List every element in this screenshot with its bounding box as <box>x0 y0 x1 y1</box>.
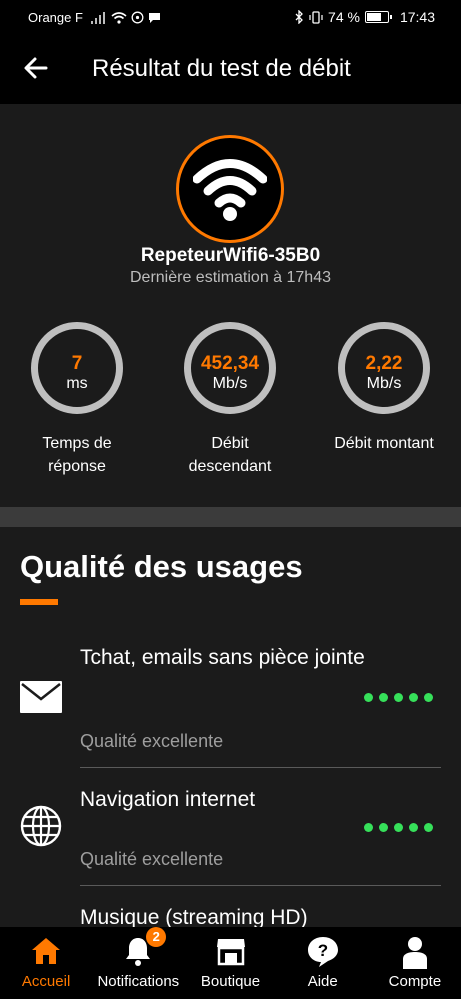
status-right: 74 % 17:43 <box>295 9 435 25</box>
shop-icon <box>216 939 245 966</box>
page-title: Résultat du test de débit <box>92 55 351 82</box>
section-separator <box>0 507 461 527</box>
usage-divider <box>80 885 441 886</box>
upload-label: Débit montant <box>319 432 449 455</box>
svg-text:?: ? <box>318 941 328 960</box>
status-left: Orange F <box>28 10 161 25</box>
device-name: RepeteurWifi6-35B0 <box>140 245 321 266</box>
bottom-navigation: Accueil 2 Notifications Boutique ? Aide … <box>0 927 461 999</box>
bluetooth-icon <box>295 10 303 24</box>
carrier-name: Orange F <box>28 10 83 25</box>
battery-icon <box>364 11 392 23</box>
quality-dot <box>364 823 373 832</box>
wifi-badge <box>176 135 284 243</box>
back-button[interactable] <box>20 52 52 84</box>
account-icon <box>402 937 427 969</box>
quality-dot <box>409 693 418 702</box>
clock: 17:43 <box>399 9 435 25</box>
usage-quality-text: Qualité excellente <box>80 849 224 869</box>
last-estimation: Dernière estimation à 17h43 <box>129 269 331 286</box>
latency-label-line2: réponse <box>48 458 106 475</box>
upload-label-line1: Débit montant <box>334 435 434 452</box>
latency-label: Temps de réponse <box>12 432 142 478</box>
wifi-status-icon <box>111 11 127 24</box>
speed-test-result-panel: RepeteurWifi6-35B0 Dernière estimation à… <box>0 104 461 507</box>
whatsapp-icon <box>131 11 144 24</box>
app-header: Résultat du test de débit <box>0 34 461 104</box>
nav-item-home[interactable]: Accueil <box>0 927 92 999</box>
download-unit: Mb/s <box>212 375 248 392</box>
globe-icon <box>20 805 62 852</box>
vibrate-icon <box>309 10 323 24</box>
download-label-line1: Débit <box>211 435 249 452</box>
download-label: Débit descendant <box>165 432 295 478</box>
download-value: 452,34 <box>200 353 260 374</box>
quality-dots <box>364 823 433 832</box>
latency-ring: 7 ms <box>31 322 123 414</box>
section-title: Qualité des usages <box>20 549 303 584</box>
quality-dot <box>379 693 388 702</box>
nav-item-account[interactable]: Compte <box>369 927 461 999</box>
signal-icon <box>90 11 105 24</box>
usage-quality-text: Qualité excellente <box>80 731 224 751</box>
help-icon: ? <box>307 937 338 967</box>
wifi-icon <box>193 159 267 221</box>
quality-dot <box>424 693 433 702</box>
usage-name: Musique (streaming HD) <box>80 906 308 927</box>
latency-value: 7 <box>71 353 83 374</box>
download-ring: 452,34 Mb/s <box>184 322 276 414</box>
status-bar: Orange F 74 % 17:43 <box>0 0 461 34</box>
upload-value: 2,22 <box>365 353 403 374</box>
quality-dot <box>364 693 373 702</box>
quality-dot <box>394 693 403 702</box>
usage-item-music-streaming[interactable]: Musique (streaming HD) <box>0 899 461 927</box>
quality-dot <box>409 823 418 832</box>
nav-item-shop[interactable]: Boutique <box>184 927 276 999</box>
quality-dots <box>364 693 433 702</box>
quality-dot <box>379 823 388 832</box>
nav-label: Aide <box>307 973 338 990</box>
latency-unit: ms <box>66 375 88 392</box>
home-icon <box>32 938 61 964</box>
usage-name: Tchat, emails sans pièce jointe <box>80 646 365 669</box>
nav-label: Notifications <box>97 973 180 990</box>
usage-quality-section: Qualité des usages Tchat, emails sans pi… <box>0 527 461 927</box>
upload-unit: Mb/s <box>366 375 402 392</box>
usage-item-chat-email[interactable]: Tchat, emails sans pièce jointe Qualité … <box>0 639 461 769</box>
arrow-left-icon <box>24 57 48 79</box>
quality-dot <box>394 823 403 832</box>
usage-name: Navigation internet <box>80 788 256 811</box>
chat-icon <box>148 13 160 23</box>
quality-dot <box>424 823 433 832</box>
envelope-icon <box>20 681 62 718</box>
notification-badge: 2 <box>146 927 167 947</box>
upload-ring: 2,22 Mb/s <box>338 322 430 414</box>
latency-label-line1: Temps de <box>42 435 112 452</box>
usage-item-web-browsing[interactable]: Navigation internet Qualité excellente <box>0 775 461 887</box>
title-accent-bar <box>20 599 58 605</box>
nav-label: Compte <box>388 973 442 990</box>
nav-label: Accueil <box>21 973 71 990</box>
nav-item-help[interactable]: ? Aide <box>277 927 369 999</box>
usage-divider <box>80 767 441 768</box>
download-label-line2: descendant <box>188 458 272 475</box>
nav-label: Boutique <box>200 973 261 990</box>
nav-item-notifications[interactable]: 2 Notifications <box>92 927 184 999</box>
battery-percent: 74 % <box>328 9 360 25</box>
